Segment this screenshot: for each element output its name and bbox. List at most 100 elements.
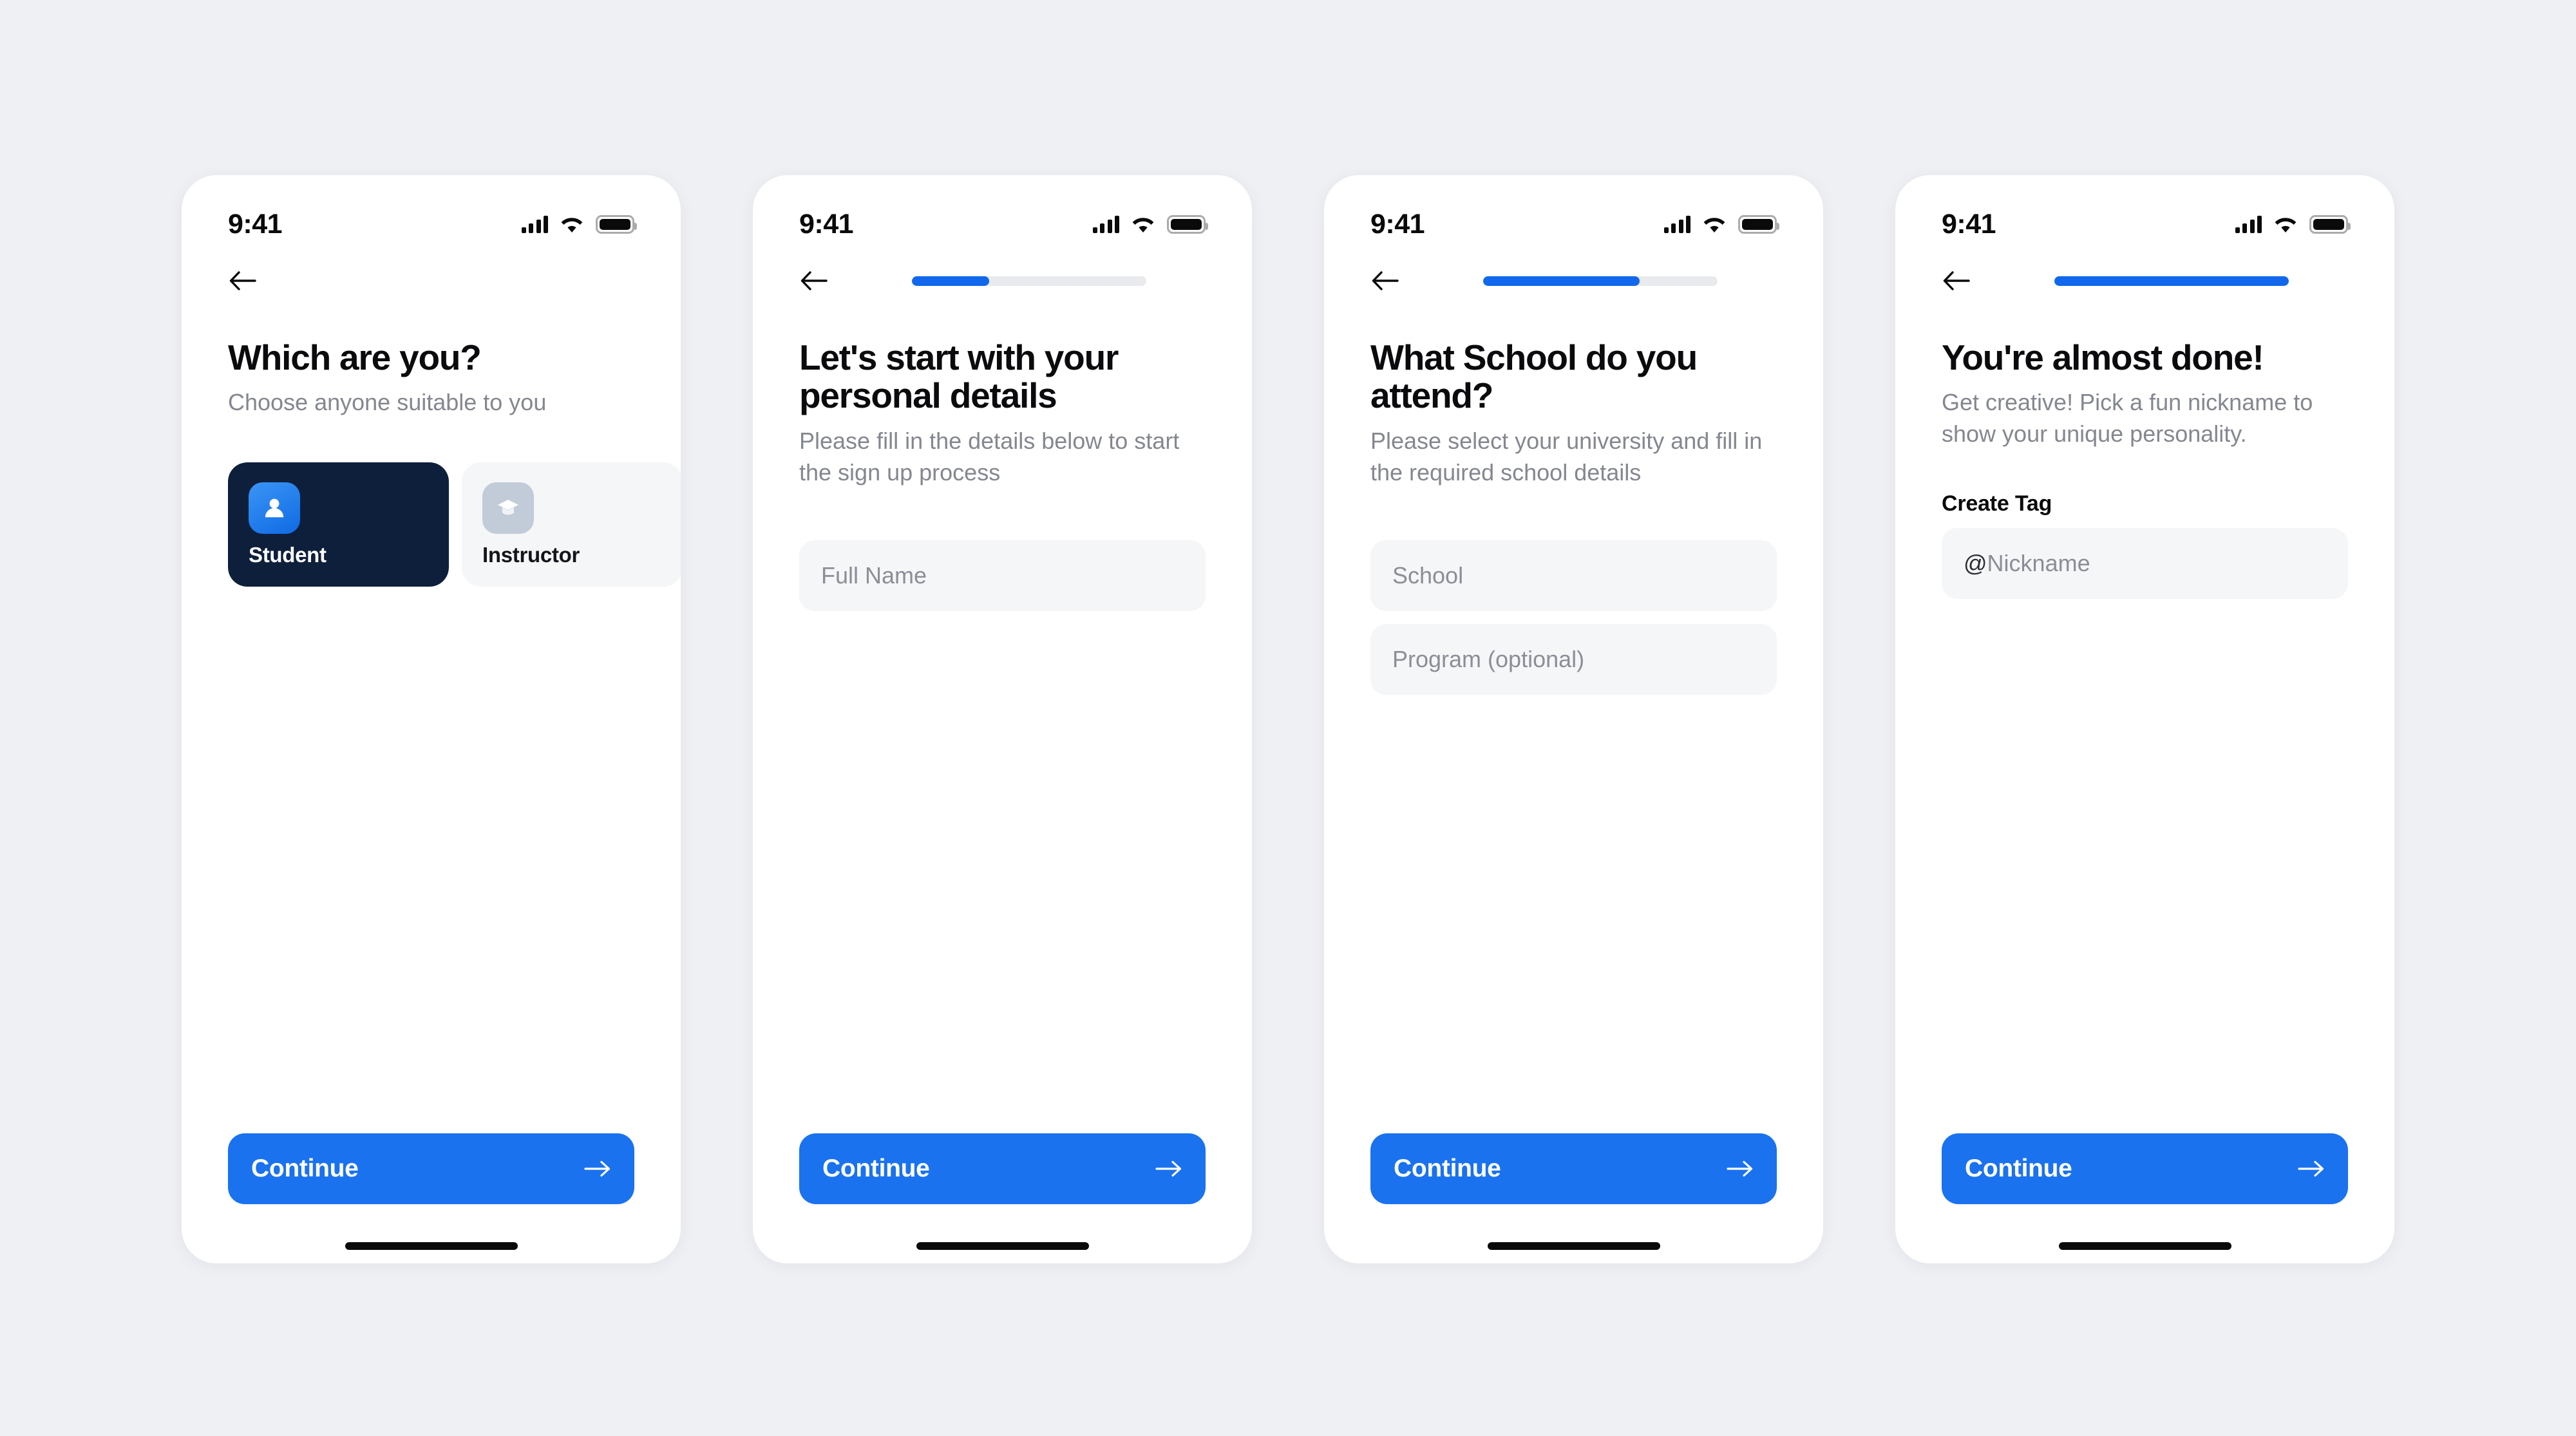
nickname-placeholder: Nickname (1987, 550, 2090, 577)
role-option-label: Instructor (482, 543, 580, 567)
battery-full-icon (1738, 214, 1779, 234)
wifi-icon (2274, 216, 2297, 233)
person-icon (249, 482, 300, 534)
continue-button-label: Continue (1965, 1155, 2072, 1182)
status-bar: 9:41 (1324, 175, 1823, 251)
role-option-list: Student Instructor (228, 462, 681, 587)
status-bar-clock: 9:41 (799, 208, 854, 240)
status-bar-clock: 9:41 (1370, 208, 1425, 240)
wifi-icon (1132, 216, 1155, 233)
arrow-right-icon (1155, 1160, 1182, 1178)
program-input[interactable]: Program (optional) (1370, 623, 1777, 695)
continue-button[interactable]: Continue (799, 1133, 1206, 1204)
screen-body: Let's start with your personal details P… (753, 310, 1252, 1263)
page-title: Which are you? (228, 337, 482, 377)
page-title: You're almost done! (1942, 337, 2264, 377)
form-fields: School Program (optional) (1370, 540, 1777, 695)
continue-button-label: Continue (822, 1155, 930, 1182)
screen-body: You're almost done! Get creative! Pick a… (1895, 310, 2394, 1263)
status-bar: 9:41 (182, 175, 681, 251)
signal-bars-icon (1663, 215, 1690, 233)
battery-full-icon (596, 214, 637, 234)
phone-screen-personal-details: 9:41 Let's start with your personal deta… (753, 175, 1252, 1263)
page-subtitle: Get creative! Pick a fun nickname to sho… (1942, 389, 2313, 448)
status-bar-icons (1092, 214, 1208, 234)
home-indicator[interactable] (916, 1242, 1089, 1250)
progress-track (1482, 276, 1718, 286)
continue-button[interactable]: Continue (1370, 1133, 1777, 1204)
progress-indicator (1976, 276, 2348, 286)
back-button[interactable] (1370, 263, 1405, 298)
phone-screen-create-tag: 9:41 You're almost done! Get creative! P… (1895, 175, 2394, 1263)
back-button[interactable] (799, 263, 834, 298)
heading-block: Which are you? Choose anyone suitable to… (228, 310, 634, 419)
page-subtitle: Choose anyone suitable to you (228, 389, 547, 416)
battery-full-icon (2309, 214, 2351, 234)
status-bar-icons (2235, 214, 2351, 234)
progress-track (911, 276, 1146, 286)
status-bar-clock: 9:41 (1942, 208, 1996, 240)
continue-button-label: Continue (251, 1155, 359, 1182)
continue-button[interactable]: Continue (228, 1133, 634, 1204)
full-name-input[interactable]: Full Name (799, 540, 1206, 611)
school-placeholder: School (1392, 562, 1464, 589)
heading-block: You're almost done! Get creative! Pick a… (1942, 310, 2348, 450)
nav-row (1324, 251, 1823, 310)
wifi-icon (1703, 216, 1726, 233)
role-option-instructor[interactable]: Instructor (462, 462, 681, 587)
heading-block: Let's start with your personal details P… (799, 310, 1206, 489)
back-button[interactable] (1942, 263, 1976, 298)
progress-fill (1482, 276, 1640, 286)
home-indicator[interactable] (1487, 1242, 1660, 1250)
progress-fill (911, 276, 989, 286)
arrow-right-icon (1727, 1160, 1754, 1178)
role-option-label: Student (249, 543, 327, 567)
signal-bars-icon (1092, 215, 1119, 233)
progress-fill (2054, 276, 2289, 286)
graduation-cap-icon (482, 482, 534, 534)
continue-button[interactable]: Continue (1942, 1133, 2348, 1204)
home-indicator-area (1942, 1229, 2348, 1263)
home-indicator[interactable] (345, 1242, 518, 1250)
school-input[interactable]: School (1370, 540, 1777, 611)
page-title: Let's start with your personal details (799, 337, 1119, 416)
progress-indicator (834, 276, 1206, 286)
nickname-input[interactable]: @ Nickname (1942, 528, 2348, 600)
phone-screen-role-select: 9:41 Which are you? Choose anyone suitab… (182, 175, 681, 1263)
wifi-icon (560, 216, 583, 233)
progress-indicator (1405, 276, 1777, 286)
signal-bars-icon (521, 215, 548, 233)
full-name-placeholder: Full Name (821, 562, 927, 589)
continue-button-label: Continue (1394, 1155, 1501, 1182)
phone-screen-school-details: 9:41 What School do you attend? Please s… (1324, 175, 1823, 1263)
nav-row (1895, 251, 2394, 310)
home-indicator[interactable] (2058, 1242, 2231, 1250)
arrow-right-icon (584, 1160, 611, 1178)
status-bar-icons (1663, 214, 1779, 234)
home-indicator-area (1370, 1229, 1777, 1263)
status-bar: 9:41 (1895, 175, 2394, 251)
progress-track (2054, 276, 2289, 286)
battery-full-icon (1167, 214, 1208, 234)
status-bar-clock: 9:41 (228, 208, 283, 240)
nav-row (753, 251, 1252, 310)
status-bar: 9:41 (753, 175, 1252, 251)
screen-body: What School do you attend? Please select… (1324, 310, 1823, 1263)
signal-bars-icon (2235, 215, 2262, 233)
nav-row (182, 251, 681, 310)
create-tag-group: Create Tag @ Nickname (1942, 491, 2348, 600)
role-option-student[interactable]: Student (228, 462, 449, 587)
home-indicator-area (228, 1229, 634, 1263)
status-bar-icons (521, 214, 637, 234)
form-fields: Full Name (799, 540, 1206, 611)
onboarding-flow-board: 9:41 Which are you? Choose anyone suitab… (0, 0, 2576, 1436)
nickname-prefix: @ (1964, 550, 1987, 577)
program-placeholder: Program (optional) (1392, 645, 1585, 672)
arrow-right-icon (2298, 1160, 2325, 1178)
back-button[interactable] (228, 263, 263, 298)
heading-block: What School do you attend? Please select… (1370, 310, 1777, 489)
